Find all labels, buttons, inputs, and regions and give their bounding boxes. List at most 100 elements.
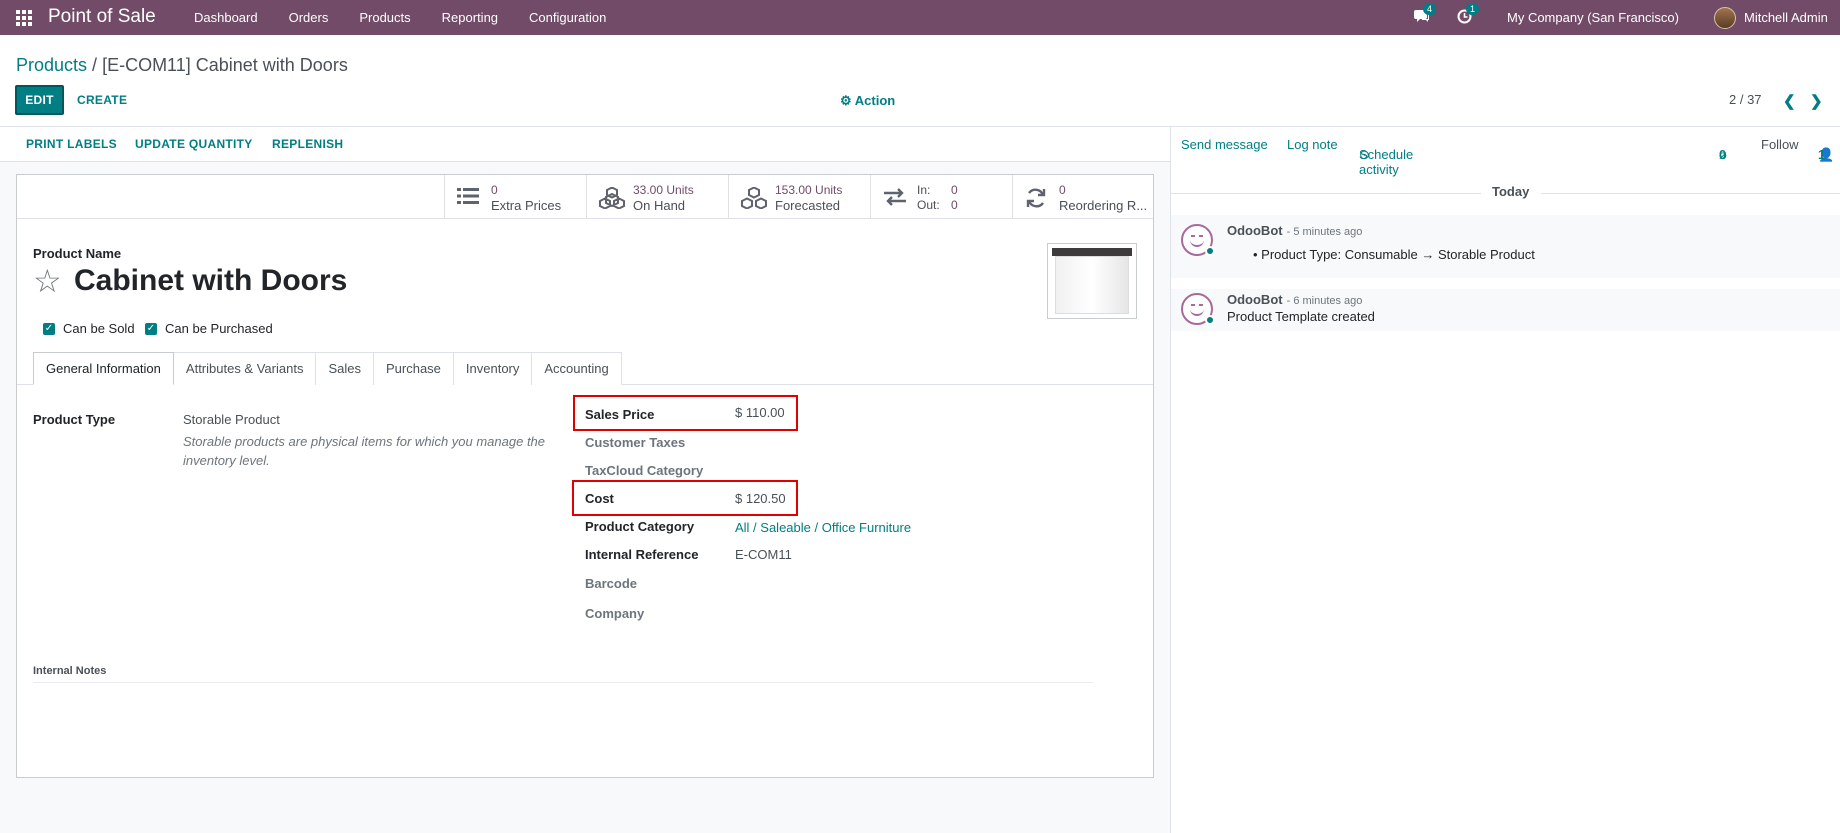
company-label: Company — [585, 606, 645, 621]
smart-buttons-bar: 0 Extra Prices 33.00 Units On Hand 153.0… — [17, 175, 1153, 219]
cubes-icon — [741, 186, 767, 210]
can-be-purchased-checkbox[interactable]: ✓ Can be Purchased — [145, 321, 273, 336]
internal-reference-label: Internal Reference — [585, 547, 699, 562]
can-be-sold-checkbox[interactable]: ✓ Can be Sold — [43, 321, 135, 336]
form-statusbar: PRINT LABELS UPDATE QUANTITY REPLENISH — [0, 127, 1170, 162]
cost-label: Cost — [585, 491, 614, 506]
app-name[interactable]: Point of Sale — [48, 6, 156, 28]
tab-inventory[interactable]: Inventory — [452, 352, 533, 385]
menu-orders[interactable]: Orders — [289, 10, 329, 25]
replenish-button[interactable]: REPLENISH — [272, 137, 343, 151]
forecasted-label: Forecasted — [775, 198, 841, 213]
extra-prices-label: Extra Prices — [491, 198, 562, 213]
tab-accounting[interactable]: Accounting — [531, 352, 622, 385]
product-name: Cabinet with Doors — [74, 264, 348, 297]
extra-prices-button[interactable]: 0 Extra Prices — [444, 175, 586, 218]
product-category-value[interactable]: All / Saleable / Office Furniture — [735, 520, 911, 535]
product-name-label: Product Name — [33, 246, 122, 261]
action-menu[interactable]: ⚙ Action — [840, 93, 895, 109]
product-type-value: Storable Product — [183, 412, 280, 427]
print-labels-button[interactable]: PRINT LABELS — [26, 137, 117, 151]
product-type-label: Product Type — [33, 412, 116, 427]
edit-button[interactable]: EDIT — [15, 85, 64, 115]
author-name: OdooBot — [1227, 223, 1283, 238]
today-label: Today — [1492, 184, 1530, 199]
gear-icon: ⚙ — [840, 93, 852, 108]
main-menu: Dashboard Orders Products Reporting Conf… — [194, 10, 637, 25]
out-value: 0 — [951, 198, 958, 212]
messages-badge: 4 — [1423, 3, 1437, 15]
tab-purchase[interactable]: Purchase — [372, 352, 454, 385]
author-name: OdooBot — [1227, 292, 1283, 307]
tab-attributes-variants[interactable]: Attributes & Variants — [172, 352, 317, 385]
user-avatar — [1714, 6, 1736, 29]
messaging-menu[interactable]: 4 — [1414, 0, 1437, 35]
list-icon — [457, 187, 481, 207]
send-message-button[interactable]: Send message — [1181, 137, 1268, 152]
separator-line — [1171, 193, 1481, 194]
reordering-value: 0 — [1059, 183, 1066, 197]
pager-value[interactable]: 2 / 37 — [1729, 92, 1762, 107]
breadcrumb-current: [E-COM11] Cabinet with Doors — [102, 55, 348, 75]
form-sheet: 0 Extra Prices 33.00 Units On Hand 153.0… — [16, 174, 1154, 778]
menu-configuration[interactable]: Configuration — [529, 10, 606, 25]
tab-sales[interactable]: Sales — [315, 352, 374, 385]
message-body: • Product Type: Consumable → Storable Pr… — [1253, 247, 1535, 262]
chatter-panel: Send message Log note ⊙ Schedule activit… — [1170, 127, 1840, 833]
top-navbar: Point of Sale Dashboard Orders Products … — [0, 0, 1840, 35]
schedule-activity-label: Schedule activity — [1359, 147, 1414, 177]
checkbox-checked-icon: ✓ — [43, 322, 55, 335]
activity-menu[interactable]: 1 — [1457, 0, 1480, 35]
product-type-help: Storable products are physical items for… — [183, 434, 546, 468]
form-tabs: General Information Attributes & Variant… — [33, 352, 622, 385]
create-button[interactable]: CREATE — [77, 93, 127, 107]
message-body: Product Template created — [1227, 309, 1375, 324]
chevron-left-icon[interactable]: ❮ — [1783, 92, 1796, 110]
control-panel: Products / [E-COM11] Cabinet with Doors … — [0, 35, 1840, 127]
app-menu-grid-icon[interactable] — [16, 10, 32, 26]
internal-reference-value: E-COM11 — [735, 547, 792, 562]
checkbox-checked-icon: ✓ — [145, 322, 157, 335]
product-image[interactable] — [1047, 243, 1137, 319]
update-quantity-button[interactable]: UPDATE QUANTITY — [135, 137, 253, 151]
reordering-rules-button[interactable]: 0 Reordering R... — [1012, 175, 1153, 218]
company-switcher[interactable]: My Company (San Francisco) — [1507, 0, 1679, 35]
star-icon[interactable]: ☆ — [33, 265, 62, 297]
odoobot-avatar — [1181, 224, 1215, 256]
in-out-button[interactable]: In: 0 Out: 0 — [870, 175, 1012, 218]
in-label: In: — [917, 183, 931, 197]
can-be-sold-label: Can be Sold — [63, 321, 135, 336]
can-be-purchased-label: Can be Purchased — [165, 321, 273, 336]
user-name: Mitchell Admin — [1744, 10, 1828, 25]
follow-button[interactable]: Follow — [1761, 137, 1799, 152]
breadcrumb-products[interactable]: Products — [16, 55, 87, 75]
on-hand-button[interactable]: 33.00 Units On Hand — [586, 175, 728, 218]
menu-reporting[interactable]: Reporting — [442, 10, 498, 25]
customer-taxes-label: Customer Taxes — [585, 435, 686, 450]
refresh-icon — [1025, 187, 1049, 208]
menu-dashboard[interactable]: Dashboard — [194, 10, 258, 25]
in-value: 0 — [951, 183, 958, 197]
sales-price-label: Sales Price — [585, 407, 655, 422]
forecasted-value: 153.00 Units — [775, 183, 843, 197]
cabinet-top-shape — [1052, 248, 1132, 256]
product-category-label: Product Category — [585, 519, 695, 534]
today-separator: Today — [1171, 184, 1840, 204]
reordering-label: Reordering R... — [1059, 198, 1148, 213]
out-label: Out: — [917, 198, 940, 212]
message-time: - 5 minutes ago — [1286, 226, 1363, 238]
message-author: OdooBot - 6 minutes ago — [1227, 292, 1362, 307]
internal-notes-field[interactable] — [33, 682, 1093, 683]
odoobot-avatar — [1181, 293, 1215, 325]
forecasted-button[interactable]: 153.00 Units Forecasted — [728, 175, 870, 218]
breadcrumb: Products / [E-COM11] Cabinet with Doors — [16, 55, 348, 76]
user-menu[interactable]: Mitchell Admin — [1714, 0, 1828, 35]
tab-general-information[interactable]: General Information — [33, 352, 174, 385]
internal-notes-label: Internal Notes — [33, 665, 107, 677]
company-name: My Company (San Francisco) — [1507, 10, 1679, 25]
menu-products[interactable]: Products — [359, 10, 410, 25]
separator-line — [1541, 193, 1840, 194]
chevron-right-icon[interactable]: ❯ — [1810, 92, 1823, 110]
log-note-button[interactable]: Log note — [1287, 137, 1338, 152]
extra-prices-value: 0 — [491, 183, 498, 197]
